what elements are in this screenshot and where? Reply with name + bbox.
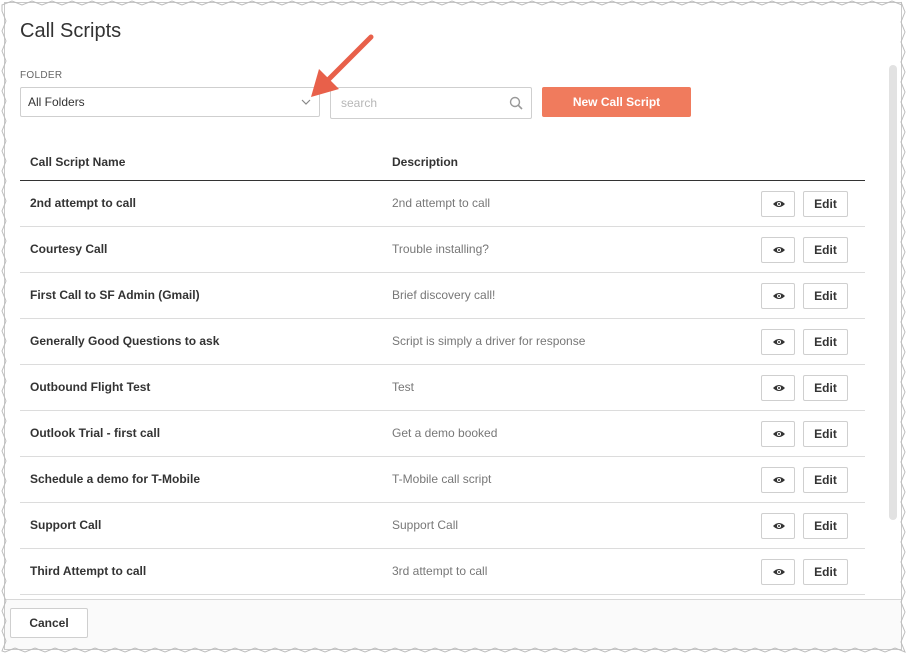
view-button[interactable] <box>761 559 795 585</box>
view-button[interactable] <box>761 513 795 539</box>
scrollbar[interactable] <box>889 65 897 520</box>
eye-icon <box>773 339 785 345</box>
edit-button[interactable]: Edit <box>803 559 848 585</box>
script-description: T-Mobile call script <box>392 472 492 486</box>
edit-button[interactable]: Edit <box>803 191 848 217</box>
script-name: Outbound Flight Test <box>30 380 151 394</box>
edit-button[interactable]: Edit <box>803 329 848 355</box>
view-button[interactable] <box>761 329 795 355</box>
annotation-arrow-icon <box>311 34 374 97</box>
eye-icon <box>773 385 785 391</box>
cancel-button[interactable]: Cancel <box>10 608 88 638</box>
edit-button[interactable]: Edit <box>803 237 848 263</box>
eye-icon <box>773 523 785 529</box>
script-name: Schedule a demo for T-Mobile <box>30 472 201 486</box>
new-call-script-button[interactable]: New Call Script <box>542 87 691 117</box>
table-row: 2nd attempt to call 2nd attempt to call Ed… <box>20 181 865 227</box>
eye-icon <box>773 247 785 253</box>
script-name: Outlook Trial - first call <box>30 426 161 440</box>
view-button[interactable] <box>761 467 795 493</box>
script-name: First Call to SF Admin (Gmail) <box>30 288 200 302</box>
script-name: Third Attempt to call <box>30 564 147 578</box>
folder-select[interactable]: All Folders <box>20 87 320 117</box>
eye-icon <box>773 569 785 575</box>
eye-icon <box>773 201 785 207</box>
view-button[interactable] <box>761 283 795 309</box>
eye-icon <box>773 477 785 483</box>
script-description: 2nd attempt to call <box>392 196 491 210</box>
page-title: Call Scripts <box>20 20 122 42</box>
script-description: Script is simply a driver for response <box>392 334 586 348</box>
script-description: Support Call <box>392 518 459 532</box>
script-description: Trouble installing? <box>392 242 489 256</box>
table-row: Courtesy Call Trouble installing? Edit <box>20 227 865 273</box>
edit-button[interactable]: Edit <box>803 283 848 309</box>
search-icon[interactable] <box>509 96 523 110</box>
column-header-description: Description <box>392 155 459 169</box>
script-description: Brief discovery call! <box>392 288 496 302</box>
table-body: 2nd attempt to call 2nd attempt to call Ed… <box>20 181 865 595</box>
eye-icon <box>773 431 785 437</box>
view-button[interactable] <box>761 421 795 447</box>
table-row: First Call to SF Admin (Gmail) Brief disc… <box>20 273 865 319</box>
dialog-footer: Cancel <box>5 599 901 649</box>
call-scripts-table: Call Script Name Description 2nd attempt… <box>20 143 865 595</box>
folder-label: FOLDER <box>20 70 63 81</box>
script-description: Test <box>392 380 415 394</box>
view-button[interactable] <box>761 191 795 217</box>
eye-icon <box>773 293 785 299</box>
view-button[interactable] <box>761 237 795 263</box>
edit-button[interactable]: Edit <box>803 467 848 493</box>
call-scripts-dialog: Call Scripts FOLDER All Folders New Call… <box>4 2 902 650</box>
script-name: Generally Good Questions to ask <box>30 334 220 348</box>
script-description: Get a demo booked <box>392 426 498 440</box>
edit-button[interactable]: Edit <box>803 375 848 401</box>
edit-button[interactable]: Edit <box>803 421 848 447</box>
script-name: Courtesy Call <box>30 242 108 256</box>
script-name: 2nd attempt to call <box>30 196 137 210</box>
table-row: Outlook Trial - first call Get a demo boo… <box>20 411 865 457</box>
table-header: Call Script Name Description <box>20 143 865 181</box>
script-name: Support Call <box>30 518 102 532</box>
table-row: Generally Good Questions to ask Script is… <box>20 319 865 365</box>
table-row: Schedule a demo for T-Mobile T-Mobile cal… <box>20 457 865 503</box>
table-row: Support Call Support Call Edit <box>20 503 865 549</box>
view-button[interactable] <box>761 375 795 401</box>
table-row: Third Attempt to call 3rd attempt to call… <box>20 549 865 595</box>
table-row: Outbound Flight Test Test Edit <box>20 365 865 411</box>
folder-select-value: All Folders <box>28 95 85 109</box>
edit-button[interactable]: Edit <box>803 513 848 539</box>
script-description: 3rd attempt to call <box>392 564 488 578</box>
column-header-name: Call Script Name <box>30 155 126 169</box>
